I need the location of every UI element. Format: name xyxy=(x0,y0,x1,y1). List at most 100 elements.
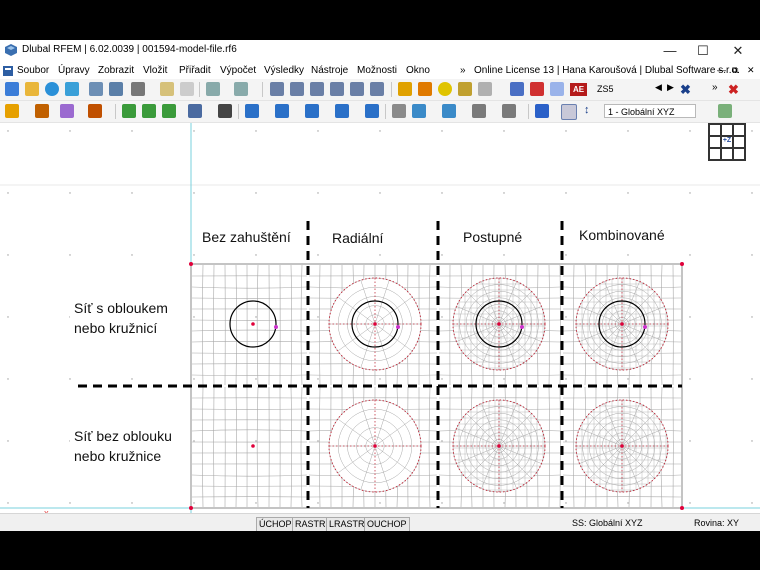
license-info: Online License 13 | Hana Karoušová | Dlu… xyxy=(474,65,740,76)
center-node xyxy=(620,322,624,326)
measure-icon[interactable] xyxy=(472,104,486,118)
menu-okno[interactable]: Okno xyxy=(406,65,430,76)
line-icon[interactable] xyxy=(35,104,49,118)
child-window-icon[interactable] xyxy=(3,66,13,76)
results-off-icon[interactable]: ✖ xyxy=(680,82,694,97)
filter-icon[interactable] xyxy=(535,104,549,118)
load-type-badge[interactable]: AE xyxy=(570,83,588,96)
save-icon[interactable] xyxy=(109,82,123,96)
toolbar-main: AE ZS5 ◀ ▶ ✖ » ✖ xyxy=(0,79,760,101)
restore-child-icon[interactable]: ⧉ xyxy=(732,65,738,76)
guide-line-icon[interactable] xyxy=(218,104,232,118)
corner-node xyxy=(680,506,684,510)
toolbar-overflow[interactable]: » xyxy=(712,82,718,93)
open-icon[interactable] xyxy=(25,82,39,96)
menu-priradit[interactable]: Přiřadit xyxy=(179,65,211,76)
calculate-icon[interactable] xyxy=(398,82,412,96)
application-window: Dlubal RFEM | 6.02.0039 | 001594-model-f… xyxy=(0,40,760,531)
node-icon[interactable] xyxy=(5,104,19,118)
support-icon[interactable] xyxy=(122,104,136,118)
copy-icon[interactable] xyxy=(305,104,319,118)
window-title: Dlubal RFEM | 6.02.0039 | 001594-model-f… xyxy=(22,44,237,55)
new-model-icon[interactable] xyxy=(5,82,19,96)
toolbar-secondary: ↕ 1 - Globální XYZ xyxy=(0,101,760,123)
menu-nastroje[interactable]: Nástroje xyxy=(311,65,348,76)
rotate-icon[interactable] xyxy=(335,104,349,118)
dimension-icon[interactable] xyxy=(188,104,202,118)
print-icon[interactable] xyxy=(131,82,145,96)
menu-vysledky[interactable]: Výsledky xyxy=(264,65,304,76)
table-icon[interactable] xyxy=(270,82,284,96)
connect-icon[interactable] xyxy=(412,104,426,118)
minimize-icon: — xyxy=(663,43,677,58)
column-label-gradual: Postupné xyxy=(459,226,527,248)
menu-overflow[interactable]: » xyxy=(460,65,466,76)
object-snap-button[interactable]: OUCHOP xyxy=(364,517,410,531)
show-results-icon[interactable] xyxy=(530,82,544,96)
maximize-button[interactable]: ☐ xyxy=(688,42,718,60)
snap-button[interactable]: ÚCHOP xyxy=(256,517,295,531)
results-icon[interactable] xyxy=(478,82,492,96)
panel-icon[interactable] xyxy=(330,82,344,96)
model-view[interactable]: +Z Bez zahuštění Radiální Postupné Kombi… xyxy=(0,123,760,518)
circle-node xyxy=(274,325,278,329)
snap-icon[interactable] xyxy=(502,104,516,118)
mirror-icon[interactable] xyxy=(365,104,379,118)
grid-button[interactable]: RASTR xyxy=(292,517,329,531)
color-scale-icon[interactable] xyxy=(550,82,564,96)
menu-moznosti[interactable]: Možnosti xyxy=(357,65,397,76)
calculator-icon[interactable] xyxy=(370,82,384,96)
delete-results-icon[interactable]: ✖ xyxy=(728,82,742,97)
row-label-with-arc: Síť s obloukem nebo kružnicí xyxy=(70,297,172,339)
intersect-icon[interactable] xyxy=(442,104,456,118)
column-label-combined: Kombinované xyxy=(575,224,669,246)
work-plane-status: Rovina: XY xyxy=(694,518,740,528)
menu-zobrazit[interactable]: Zobrazit xyxy=(98,65,134,76)
minimize-child-icon[interactable]: — xyxy=(717,65,726,75)
circle-node xyxy=(643,325,647,329)
line-support-icon[interactable] xyxy=(142,104,156,118)
corner-node xyxy=(680,262,684,266)
next-icon[interactable]: ▶ xyxy=(667,82,681,96)
surface-icon[interactable] xyxy=(88,104,102,118)
navigator-icon[interactable] xyxy=(310,82,324,96)
status-bar: ÚCHOP RASTR LRASTR OUCHOP SS: Globální X… xyxy=(0,513,760,531)
coordinate-system-select[interactable]: 1 - Globální XYZ xyxy=(604,104,696,118)
load-situation-select[interactable]: ZS5 xyxy=(594,82,652,96)
menu-upravy[interactable]: Úpravy xyxy=(58,65,90,76)
print-report-icon[interactable] xyxy=(160,82,174,96)
divide-icon[interactable] xyxy=(392,104,406,118)
close-button[interactable]: ✕ xyxy=(723,42,753,60)
tables-icon[interactable] xyxy=(290,82,304,96)
center-node xyxy=(497,322,501,326)
axis-icon[interactable]: ↕ xyxy=(584,104,598,118)
select-icon[interactable] xyxy=(245,104,259,118)
calculate-all-icon[interactable] xyxy=(418,82,432,96)
move-icon[interactable] xyxy=(275,104,289,118)
online-icon[interactable] xyxy=(45,82,59,96)
target-icon[interactable] xyxy=(438,82,452,96)
menu-vlozit[interactable]: Vložit xyxy=(143,65,167,76)
menu-vypocet[interactable]: Výpočet xyxy=(220,65,256,76)
undo-icon[interactable] xyxy=(206,82,220,96)
design-icon[interactable] xyxy=(458,82,472,96)
close-icon: ✕ xyxy=(732,43,744,58)
member-icon[interactable] xyxy=(60,104,74,118)
results-panel-icon[interactable] xyxy=(350,82,364,96)
minimize-button[interactable]: — xyxy=(655,42,685,60)
lgrid-button[interactable]: LRASTR xyxy=(326,517,368,531)
corner-node xyxy=(189,506,193,510)
save-all-icon[interactable] xyxy=(89,82,103,96)
menu-soubor[interactable]: Soubor xyxy=(17,65,49,76)
surface-support-icon[interactable] xyxy=(162,104,176,118)
view-cube[interactable]: +Z xyxy=(708,123,746,161)
values-icon[interactable] xyxy=(510,82,524,96)
model-manager-icon[interactable] xyxy=(65,82,79,96)
coordinate-system-status: SS: Globální XYZ xyxy=(572,518,643,528)
rfem-logo-icon xyxy=(5,44,17,56)
report-icon[interactable] xyxy=(180,82,194,96)
redo-icon[interactable] xyxy=(234,82,248,96)
close-child-icon[interactable]: ✕ xyxy=(747,65,755,76)
work-plane-icon[interactable] xyxy=(561,104,577,120)
view-icon[interactable] xyxy=(718,104,732,118)
